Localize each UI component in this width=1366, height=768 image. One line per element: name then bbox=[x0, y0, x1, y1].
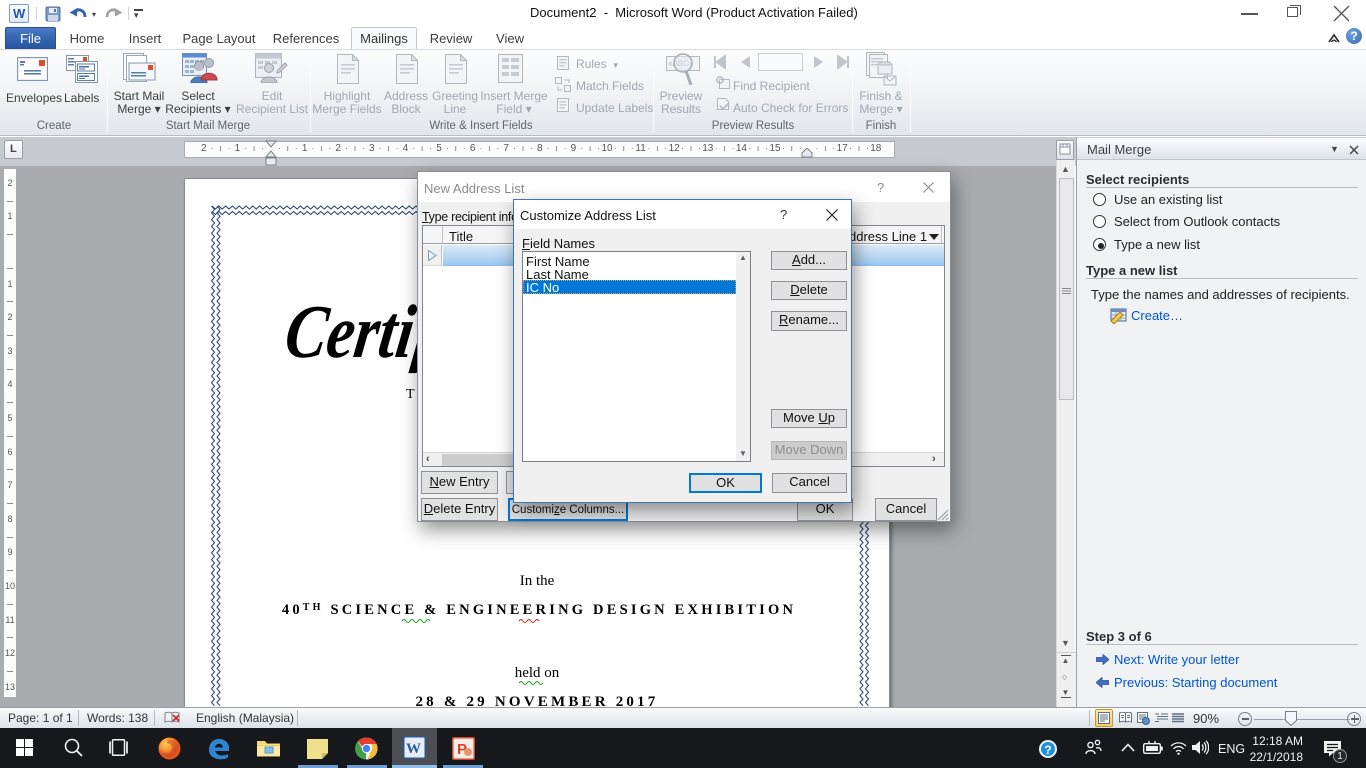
svg-text:W: W bbox=[406, 741, 421, 757]
